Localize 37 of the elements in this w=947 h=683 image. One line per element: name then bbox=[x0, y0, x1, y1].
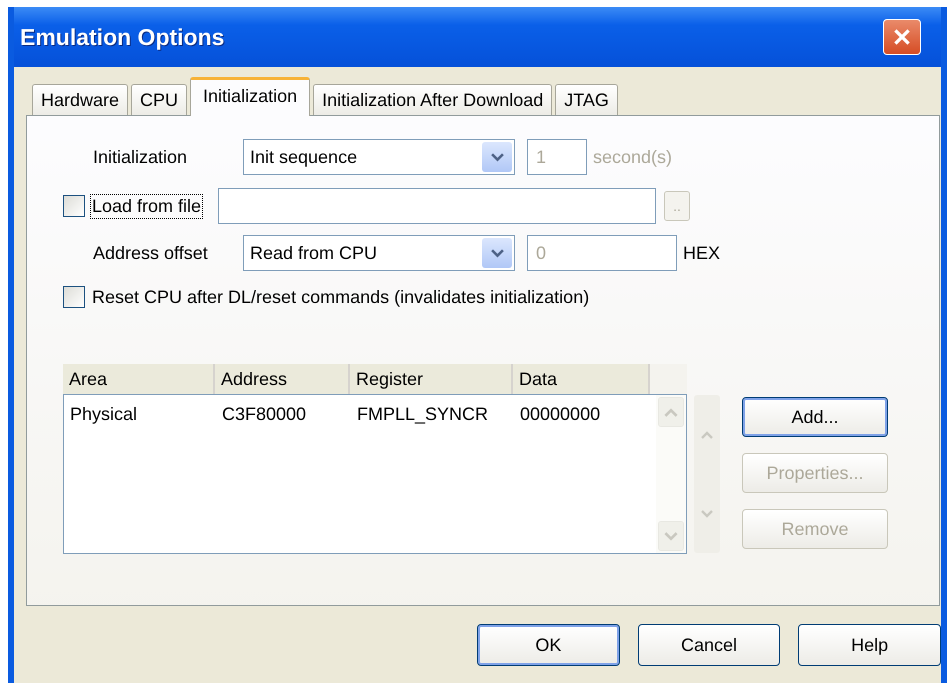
unit-label: HEX bbox=[683, 242, 720, 264]
field-label: Address offset bbox=[93, 242, 209, 264]
table-cell-text: FMPLL_SYNCR bbox=[356, 403, 490, 426]
checkbox[interactable] bbox=[63, 195, 85, 217]
button[interactable]: Cancel bbox=[638, 624, 780, 666]
chevron-down-icon bbox=[664, 532, 678, 540]
tab[interactable]: JTAG bbox=[555, 84, 618, 115]
field-label: Initialization bbox=[93, 146, 188, 168]
table-cell-text: C3F80000 bbox=[221, 403, 308, 426]
checkbox[interactable] bbox=[63, 286, 85, 308]
button[interactable]: Help bbox=[798, 624, 942, 666]
column-header[interactable]: Area bbox=[63, 364, 215, 394]
chevron-down-icon bbox=[490, 152, 504, 162]
column-header[interactable]: Address bbox=[215, 364, 350, 394]
window-title: Emulation Options bbox=[20, 24, 226, 50]
file-path-field[interactable] bbox=[218, 188, 656, 224]
chevron-down-icon bbox=[701, 510, 713, 518]
chevron-up-icon bbox=[701, 430, 713, 438]
tab[interactable]: Initialization After Download bbox=[313, 84, 552, 115]
dropdown[interactable]: Read from CPU bbox=[243, 235, 515, 271]
table-cell-text: 00000000 bbox=[519, 403, 602, 426]
unit-label: second(s) bbox=[593, 146, 672, 168]
button[interactable]: Add... bbox=[742, 397, 888, 437]
button[interactable]: OK bbox=[477, 624, 620, 666]
tab[interactable]: Initialization bbox=[190, 77, 310, 116]
chevron-down-icon bbox=[490, 248, 504, 258]
checkbox-label[interactable]: Load from file bbox=[91, 194, 202, 218]
tab[interactable]: CPU bbox=[131, 84, 188, 115]
column-header[interactable]: Register bbox=[350, 364, 513, 394]
checkbox-label[interactable]: Reset CPU after DL/reset commands (invalidates initialization) bbox=[91, 286, 590, 308]
table-cell-text: Physical bbox=[69, 403, 138, 426]
column-header[interactable]: Data bbox=[513, 364, 650, 394]
tab[interactable]: Hardware bbox=[32, 84, 128, 115]
chevron-up-icon bbox=[664, 408, 678, 416]
scrollbar[interactable] bbox=[656, 395, 686, 553]
close-button[interactable] bbox=[883, 19, 921, 55]
dropdown[interactable]: Init sequence bbox=[243, 139, 515, 175]
